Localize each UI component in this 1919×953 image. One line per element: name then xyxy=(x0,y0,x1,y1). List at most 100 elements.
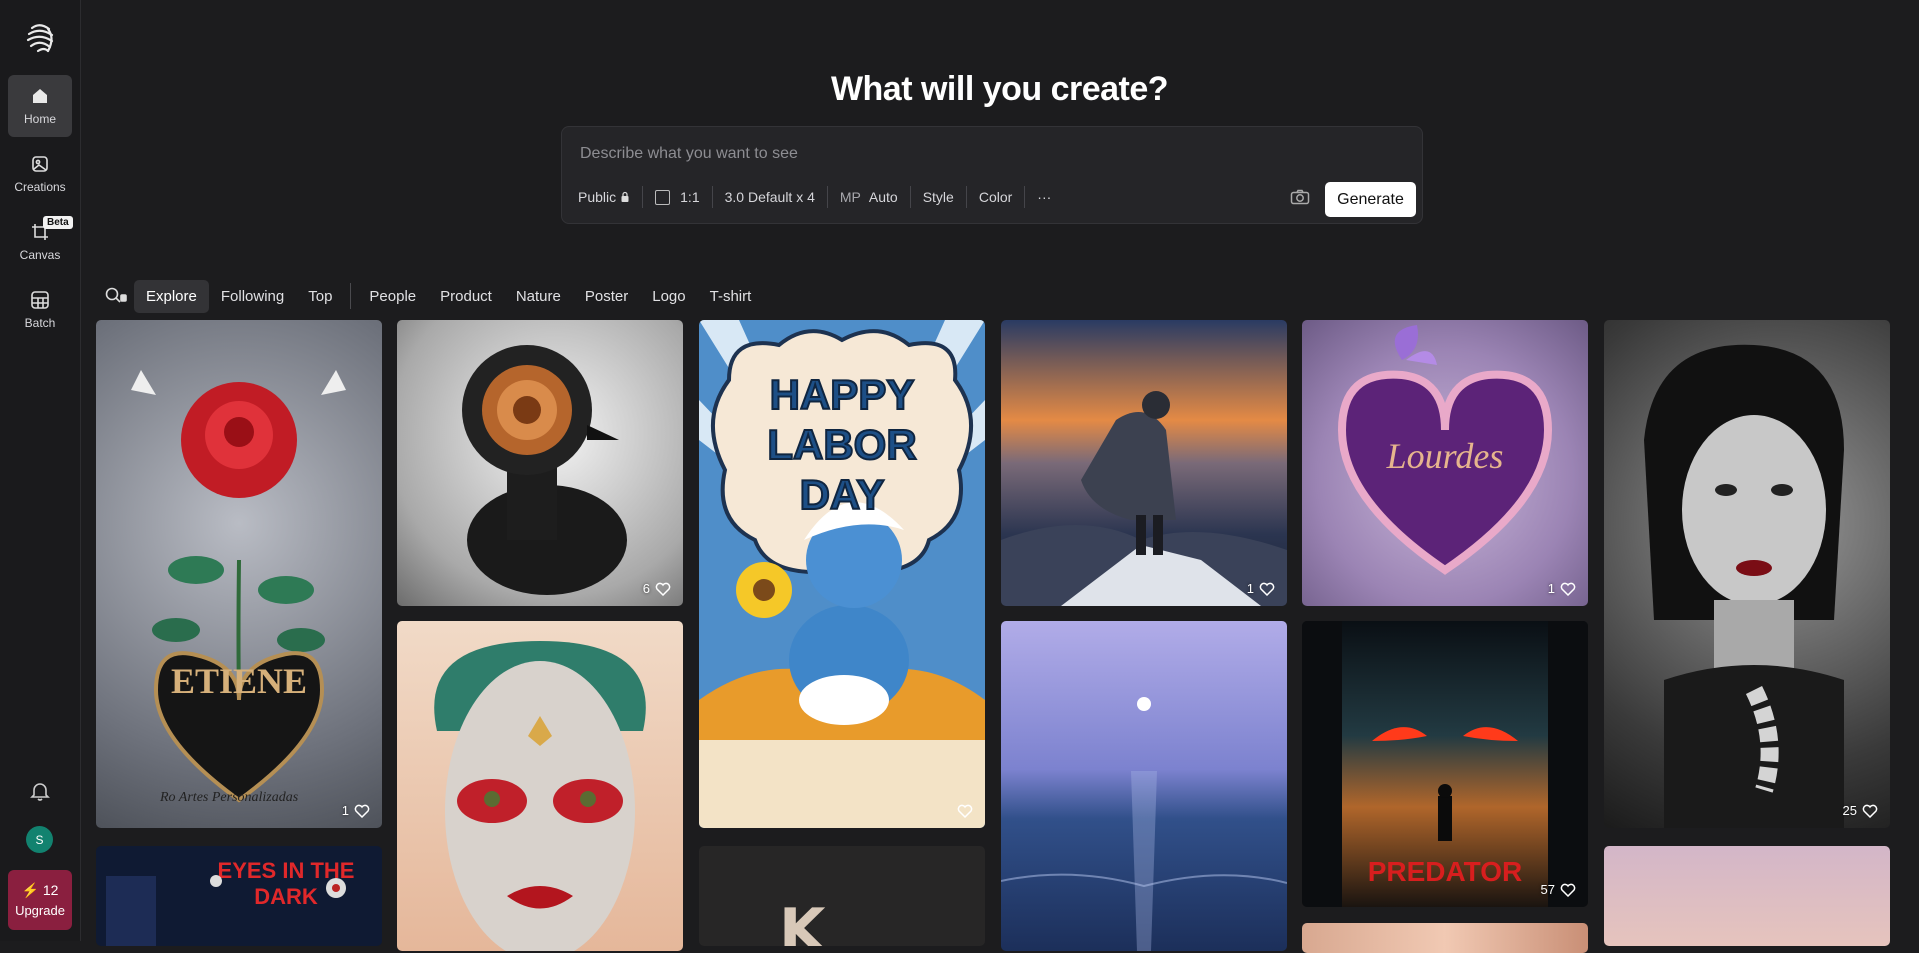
card-overlay-text: Lourdes xyxy=(1386,436,1504,476)
like-number: 25 xyxy=(1842,803,1857,818)
visibility-toggle[interactable]: Public xyxy=(578,186,642,208)
generate-button[interactable]: Generate xyxy=(1325,182,1416,217)
moonlit-sea-artwork xyxy=(1001,697,1287,951)
filter-tshirt[interactable]: T-shirt xyxy=(698,280,764,313)
card-caption: Ro Artes Personalizadas xyxy=(160,790,299,805)
like-number: 1 xyxy=(1547,581,1555,596)
square-ratio-icon xyxy=(655,189,671,205)
grid-icon xyxy=(31,291,49,309)
color-label: Color xyxy=(978,189,1013,205)
like-count[interactable]: 25 xyxy=(1843,803,1878,818)
image-icon xyxy=(32,156,48,172)
credits-count: ⚡ 12 xyxy=(22,882,59,899)
prompt-box: Public 1:1 3.0 Default x 4 MP Auto Style… xyxy=(561,126,1423,224)
color-select[interactable]: Color xyxy=(967,186,1024,208)
filter-poster[interactable]: Poster xyxy=(573,280,640,313)
filter-product[interactable]: Product xyxy=(428,280,504,313)
mp-select[interactable]: MP Auto xyxy=(828,186,910,208)
joker-face-artwork xyxy=(434,641,646,951)
rose-heart-artwork xyxy=(131,370,346,803)
filter-logo[interactable]: Logo xyxy=(640,280,697,313)
gallery-card[interactable] xyxy=(1001,621,1287,951)
card-overlay-text: ETIENE xyxy=(170,661,308,701)
sidebar-item-home[interactable]: Home xyxy=(8,75,72,137)
heart-icon xyxy=(1560,582,1576,596)
upgrade-button[interactable]: ⚡ 12 Upgrade xyxy=(8,870,72,930)
beta-badge: Beta xyxy=(43,216,73,229)
sidebar-item-label: Canvas xyxy=(19,248,61,262)
ratio-label: 1:1 xyxy=(680,189,700,205)
heart-icon xyxy=(957,804,973,818)
heart-icon xyxy=(354,804,370,818)
gallery-card[interactable]: HAPPY LABOR DAY xyxy=(699,320,985,828)
page-title: What will you create? xyxy=(830,70,1169,108)
like-number: 57 xyxy=(1540,882,1555,897)
sidebar-item-batch[interactable]: Batch xyxy=(8,279,72,341)
gallery-card[interactable]: 1 xyxy=(1001,320,1287,606)
style-label: Style xyxy=(922,189,954,205)
gallery-card[interactable]: K xyxy=(699,846,985,946)
camera-icon[interactable] xyxy=(1290,189,1310,205)
lock-icon xyxy=(621,191,629,202)
sidebar-item-label: Creations xyxy=(14,180,66,194)
prompt-input[interactable] xyxy=(578,139,1402,169)
gallery-card[interactable] xyxy=(1604,846,1890,946)
gallery-card[interactable]: ETIENE Ro Artes Personalizadas 1 xyxy=(96,320,382,828)
model-label: 3.0 Default x 4 xyxy=(724,189,815,205)
search-icon[interactable] xyxy=(104,286,128,306)
bell-icon[interactable] xyxy=(29,780,51,802)
gallery-card[interactable]: 25 xyxy=(1604,320,1890,828)
sidebar-item-label: Home xyxy=(23,112,56,126)
model-select[interactable]: 3.0 Default x 4 xyxy=(713,186,827,208)
xray-bird-artwork xyxy=(462,345,627,595)
visibility-label: Public xyxy=(578,189,617,205)
upgrade-label: Upgrade xyxy=(15,903,65,918)
filter-bar: Explore Following Top People Product Nat… xyxy=(104,278,763,314)
like-count[interactable]: 1 xyxy=(342,803,370,818)
card-overlay-text: HAPPY LABOR DAY xyxy=(766,370,917,519)
gallery-card[interactable]: EYES IN THE DARK xyxy=(96,846,382,946)
filter-nature[interactable]: Nature xyxy=(504,280,573,313)
heart-icon xyxy=(1259,582,1275,596)
lightning-icon: ⚡ xyxy=(21,882,39,898)
more-options-button[interactable]: ··· xyxy=(1025,186,1063,208)
sidebar-item-label: Batch xyxy=(24,316,56,330)
like-number: 6 xyxy=(642,581,650,596)
like-count[interactable]: 6 xyxy=(643,581,671,596)
avatar[interactable]: S xyxy=(26,826,53,853)
brain-logo-icon[interactable] xyxy=(22,20,58,56)
sidebar: Home Creations Canvas Beta Batch S ⚡ 12 … xyxy=(0,0,81,941)
aspect-ratio-select[interactable]: 1:1 xyxy=(643,186,711,208)
filter-people[interactable]: People xyxy=(357,280,428,313)
tab-explore[interactable]: Explore xyxy=(134,279,209,313)
gallery-card[interactable] xyxy=(397,621,683,951)
gallery-card[interactable]: PREDATOR 57 xyxy=(1302,621,1588,907)
home-icon xyxy=(33,89,47,103)
prompt-toolbar: Public 1:1 3.0 Default x 4 MP Auto Style… xyxy=(578,181,1063,213)
credits-value: 12 xyxy=(42,882,59,898)
heart-icon xyxy=(655,582,671,596)
like-number: 1 xyxy=(1246,581,1254,596)
like-number: 1 xyxy=(341,803,349,818)
like-count[interactable]: 1 xyxy=(1548,581,1576,596)
more-icon: ··· xyxy=(1037,189,1052,205)
bw-portrait-artwork xyxy=(1644,344,1844,828)
sidebar-item-creations[interactable]: Creations xyxy=(8,143,72,205)
gallery-card[interactable] xyxy=(1302,923,1588,953)
tab-top[interactable]: Top xyxy=(296,280,344,313)
mp-label: MP xyxy=(839,189,861,205)
heart-icon xyxy=(1862,804,1878,818)
filter-divider xyxy=(350,283,352,309)
like-count[interactable]: 1 xyxy=(1247,581,1275,596)
like-count[interactable]: 57 xyxy=(1541,882,1576,897)
gallery-card[interactable]: Lourdes 1 xyxy=(1302,320,1588,606)
tab-following[interactable]: Following xyxy=(209,280,296,313)
gallery-card[interactable]: 6 xyxy=(397,320,683,606)
eyes-artwork xyxy=(106,875,346,946)
card-overlay-text: K xyxy=(779,896,826,946)
style-select[interactable]: Style xyxy=(911,186,966,208)
mp-value: Auto xyxy=(868,189,898,205)
mountain-hiker-artwork xyxy=(1001,391,1287,606)
heart-icon xyxy=(1560,883,1576,897)
like-count[interactable] xyxy=(952,804,973,818)
